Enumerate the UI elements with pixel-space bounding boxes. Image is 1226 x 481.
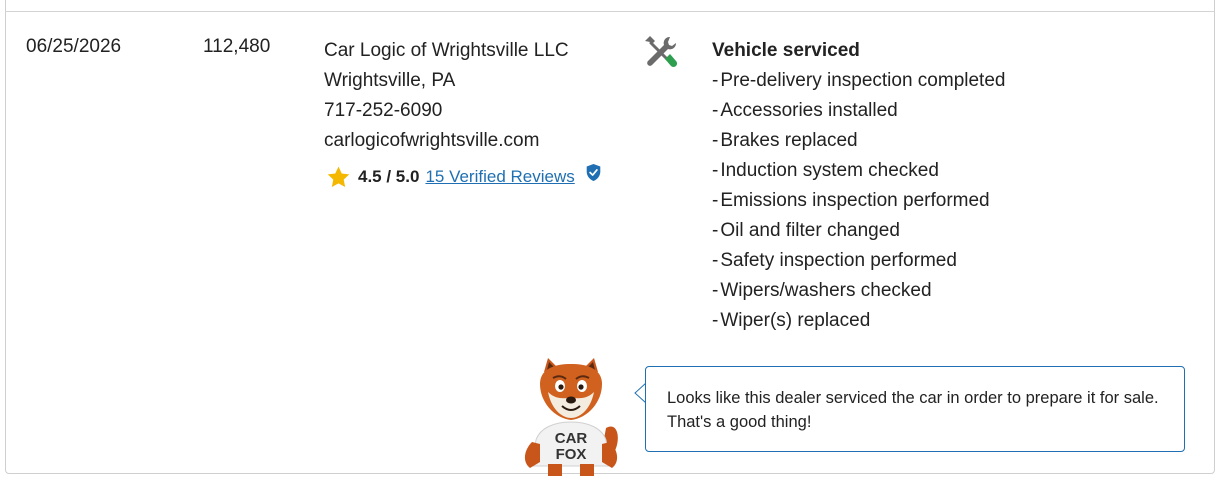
service-item: Wiper(s) replaced: [712, 306, 1005, 336]
star-icon: [327, 166, 350, 187]
verified-reviews-link[interactable]: 15 Verified Reviews: [425, 167, 574, 187]
service-item: Pre-delivery inspection completed: [712, 66, 1005, 96]
carfox-tip-text: Looks like this dealer serviced the car …: [667, 389, 1159, 431]
rating-score: 4.5 / 5.0: [358, 167, 420, 186]
dealer-location: Wrightsville, PA: [324, 70, 456, 91]
service-item: Accessories installed: [712, 96, 1005, 126]
service-details: Vehicle serviced Pre-delivery inspection…: [712, 36, 1005, 336]
service-date: 06/25/2026: [26, 36, 122, 57]
dealer-rating: 4.5 / 5.0 15 Verified Reviews: [326, 163, 602, 191]
shirt-text-fox: FOX: [556, 446, 587, 463]
carfox-tip-bubble: Looks like this dealer serviced the car …: [645, 366, 1185, 452]
dealer-info: Car Logic of Wrightsville LLC Wrightsvil…: [324, 36, 569, 156]
verified-shield-icon: [586, 163, 601, 181]
service-title: Vehicle serviced: [712, 40, 860, 61]
service-item: Emissions inspection performed: [712, 186, 1005, 216]
dealer-name: Car Logic of Wrightsville LLC: [324, 40, 569, 61]
wrench-screwdriver-icon: [645, 36, 677, 68]
service-item: Wipers/washers checked: [712, 276, 1005, 306]
service-item: Oil and filter changed: [712, 216, 1005, 246]
carfox-mascot-icon: CAR FOX: [524, 358, 618, 476]
service-item: Safety inspection performed: [712, 246, 1005, 276]
dealer-website: carlogicofwrightsville.com: [324, 130, 540, 151]
dealer-phone: 717-252-6090: [324, 100, 443, 121]
odometer-reading: 112,480: [203, 36, 271, 57]
service-item: Induction system checked: [712, 156, 1005, 186]
shirt-text-car: CAR: [555, 430, 588, 447]
service-item: Brakes replaced: [712, 126, 1005, 156]
service-list: Pre-delivery inspection completed Access…: [712, 66, 1005, 336]
row-divider: [5, 11, 1215, 12]
